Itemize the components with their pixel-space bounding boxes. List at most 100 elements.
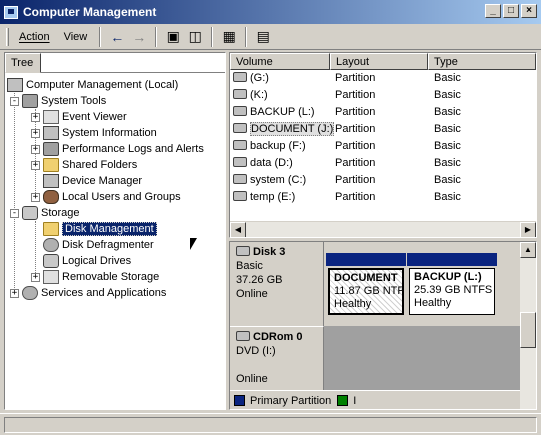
view-menu[interactable]: View: [57, 29, 95, 45]
volume-name: (G:): [250, 72, 269, 84]
cdrom-status: Online: [236, 373, 268, 385]
expand-toggle[interactable]: +: [31, 112, 40, 122]
tree-label-event-viewer: Event Viewer: [62, 111, 127, 123]
scroll-left-icon[interactable]: ◀: [230, 222, 246, 237]
table-row[interactable]: BACKUP (L:) Partition Basic: [230, 104, 536, 121]
tree-label-device-manager: Device Manager: [62, 175, 143, 187]
vertical-scrollbar[interactable]: ▲: [520, 242, 536, 409]
tree-node-local-users[interactable]: + Local Users and Groups: [31, 189, 181, 205]
tab-divider: [41, 72, 225, 73]
computer-management-icon: [4, 5, 18, 19]
table-row[interactable]: backup (F:) Partition Basic: [230, 138, 536, 155]
volume-name: (K:): [250, 89, 268, 101]
expand-toggle[interactable]: +: [31, 192, 40, 202]
collapse-toggle[interactable]: -: [10, 208, 19, 218]
horizontal-scrollbar[interactable]: ◀ ▶: [230, 221, 536, 237]
mouse-cursor-icon: [190, 238, 197, 250]
table-row[interactable]: (G:) Partition Basic: [230, 70, 536, 87]
event-viewer-icon: [43, 110, 59, 124]
tree-node-device-manager[interactable]: Device Manager: [43, 173, 142, 189]
scroll-right-icon[interactable]: ▶: [520, 222, 536, 237]
volume-layout: Partition: [335, 157, 376, 169]
up-folder-icon[interactable]: ▣: [162, 27, 184, 47]
table-row[interactable]: system (C:) Partition Basic: [230, 172, 536, 189]
minimize-button[interactable]: _: [485, 4, 501, 18]
properties-icon[interactable]: ▦: [218, 27, 240, 47]
table-row[interactable]: (K:) Partition Basic: [230, 87, 536, 104]
disk-defragmenter-icon: [43, 238, 59, 252]
expand-toggle[interactable]: +: [10, 288, 19, 298]
expand-toggle[interactable]: +: [31, 128, 40, 138]
maximize-button[interactable]: □: [503, 4, 519, 18]
expand-toggle[interactable]: +: [31, 144, 40, 154]
table-row[interactable]: DOCUMENT (J:) Partition Basic: [230, 121, 536, 138]
column-header-layout[interactable]: Layout: [330, 53, 428, 70]
tree-node-storage[interactable]: - Storage: [10, 205, 80, 221]
disk-3-info[interactable]: Disk 3 Basic 37.26 GB Online: [230, 242, 324, 326]
action-menu[interactable]: Action: [12, 29, 57, 45]
system-tools-icon: [22, 94, 38, 108]
partition-document[interactable]: DOCUMENT 11.87 GB NTF Healthy: [326, 253, 406, 317]
tree-label-removable-storage: Removable Storage: [62, 271, 160, 283]
back-arrow-icon[interactable]: ←: [106, 27, 128, 47]
partition-backup[interactable]: BACKUP (L:) 25.39 GB NTFS Healthy: [407, 253, 497, 317]
tree-node-services[interactable]: + Services and Applications: [10, 285, 166, 301]
collapse-toggle[interactable]: -: [10, 96, 19, 106]
storage-icon: [22, 206, 38, 220]
expand-toggle[interactable]: +: [31, 160, 40, 170]
drive-icon: [233, 89, 247, 99]
second-legend-swatch: [337, 395, 349, 406]
tree-tab[interactable]: Tree: [5, 53, 41, 73]
close-button[interactable]: ×: [521, 4, 537, 18]
volume-list[interactable]: Volume Layout Type (G:) Partition Basic …: [229, 52, 537, 238]
column-header-type[interactable]: Type: [428, 53, 536, 70]
scroll-up-icon[interactable]: ▲: [520, 242, 536, 258]
tree-label-system-information: System Information: [62, 127, 157, 139]
primary-partition-bar: [407, 253, 497, 266]
primary-partition-bar: [326, 253, 406, 266]
tree-label-system-tools: System Tools: [41, 95, 107, 107]
tree-node-disk-defragmenter[interactable]: Disk Defragmenter: [43, 237, 154, 253]
cdrom-0-info[interactable]: CDRom 0 DVD (I:) Online: [230, 326, 324, 390]
shared-folders-icon: [43, 158, 59, 172]
tree-node-system-information[interactable]: + System Information: [31, 125, 157, 141]
services-icon: [22, 286, 38, 300]
volume-type: Basic: [434, 123, 461, 135]
tree-node-system-tools[interactable]: - System Tools: [10, 93, 106, 109]
forward-arrow-icon[interactable]: →: [128, 27, 150, 47]
tree-label-local-users: Local Users and Groups: [62, 191, 181, 203]
tree-node-shared-folders[interactable]: + Shared Folders: [31, 157, 137, 173]
volume-name: BACKUP (L:): [250, 106, 315, 118]
volume-name: temp (E:): [250, 191, 296, 203]
tree-pane[interactable]: Tree Computer Management (Local) - Syste…: [4, 52, 226, 410]
tree-node-disk-management[interactable]: Disk Management: [43, 221, 157, 237]
toolbar: Action View ← → ▣ ◫ ▦ ▤: [0, 24, 541, 50]
show-hide-tree-icon[interactable]: ◫: [184, 27, 206, 47]
volume-type: Basic: [434, 89, 461, 101]
primary-partition-swatch: [234, 395, 245, 406]
table-row[interactable]: data (D:) Partition Basic: [230, 155, 536, 172]
tree-node-performance-logs[interactable]: + Performance Logs and Alerts: [31, 141, 204, 157]
volume-type: Basic: [434, 140, 461, 152]
tree-node-removable-storage[interactable]: + Removable Storage: [31, 269, 159, 285]
tree-label-disk-defragmenter: Disk Defragmenter: [62, 239, 154, 251]
disk-name: Disk 3: [253, 246, 286, 258]
volume-type: Basic: [434, 106, 461, 118]
tree-node-logical-drives[interactable]: Logical Drives: [43, 253, 131, 269]
disk-icon: [236, 246, 250, 256]
tree-node-event-viewer[interactable]: + Event Viewer: [31, 109, 127, 125]
volume-name: system (C:): [250, 174, 307, 186]
tree-label-services: Services and Applications: [41, 287, 167, 299]
performance-logs-icon: [43, 142, 59, 156]
device-manager-icon: [43, 174, 59, 188]
title-bar: Computer Management _ □ ×: [0, 0, 541, 24]
help-icon[interactable]: ▤: [252, 27, 274, 47]
system-information-icon: [43, 126, 59, 140]
partition-name: BACKUP (L:): [414, 271, 482, 283]
tree-node-root[interactable]: Computer Management (Local): [7, 77, 178, 93]
scroll-thumb[interactable]: [520, 312, 536, 348]
table-row[interactable]: temp (E:) Partition Basic: [230, 189, 536, 206]
expand-toggle[interactable]: +: [31, 272, 40, 282]
status-bar: [0, 413, 541, 435]
column-header-volume[interactable]: Volume: [230, 53, 330, 70]
